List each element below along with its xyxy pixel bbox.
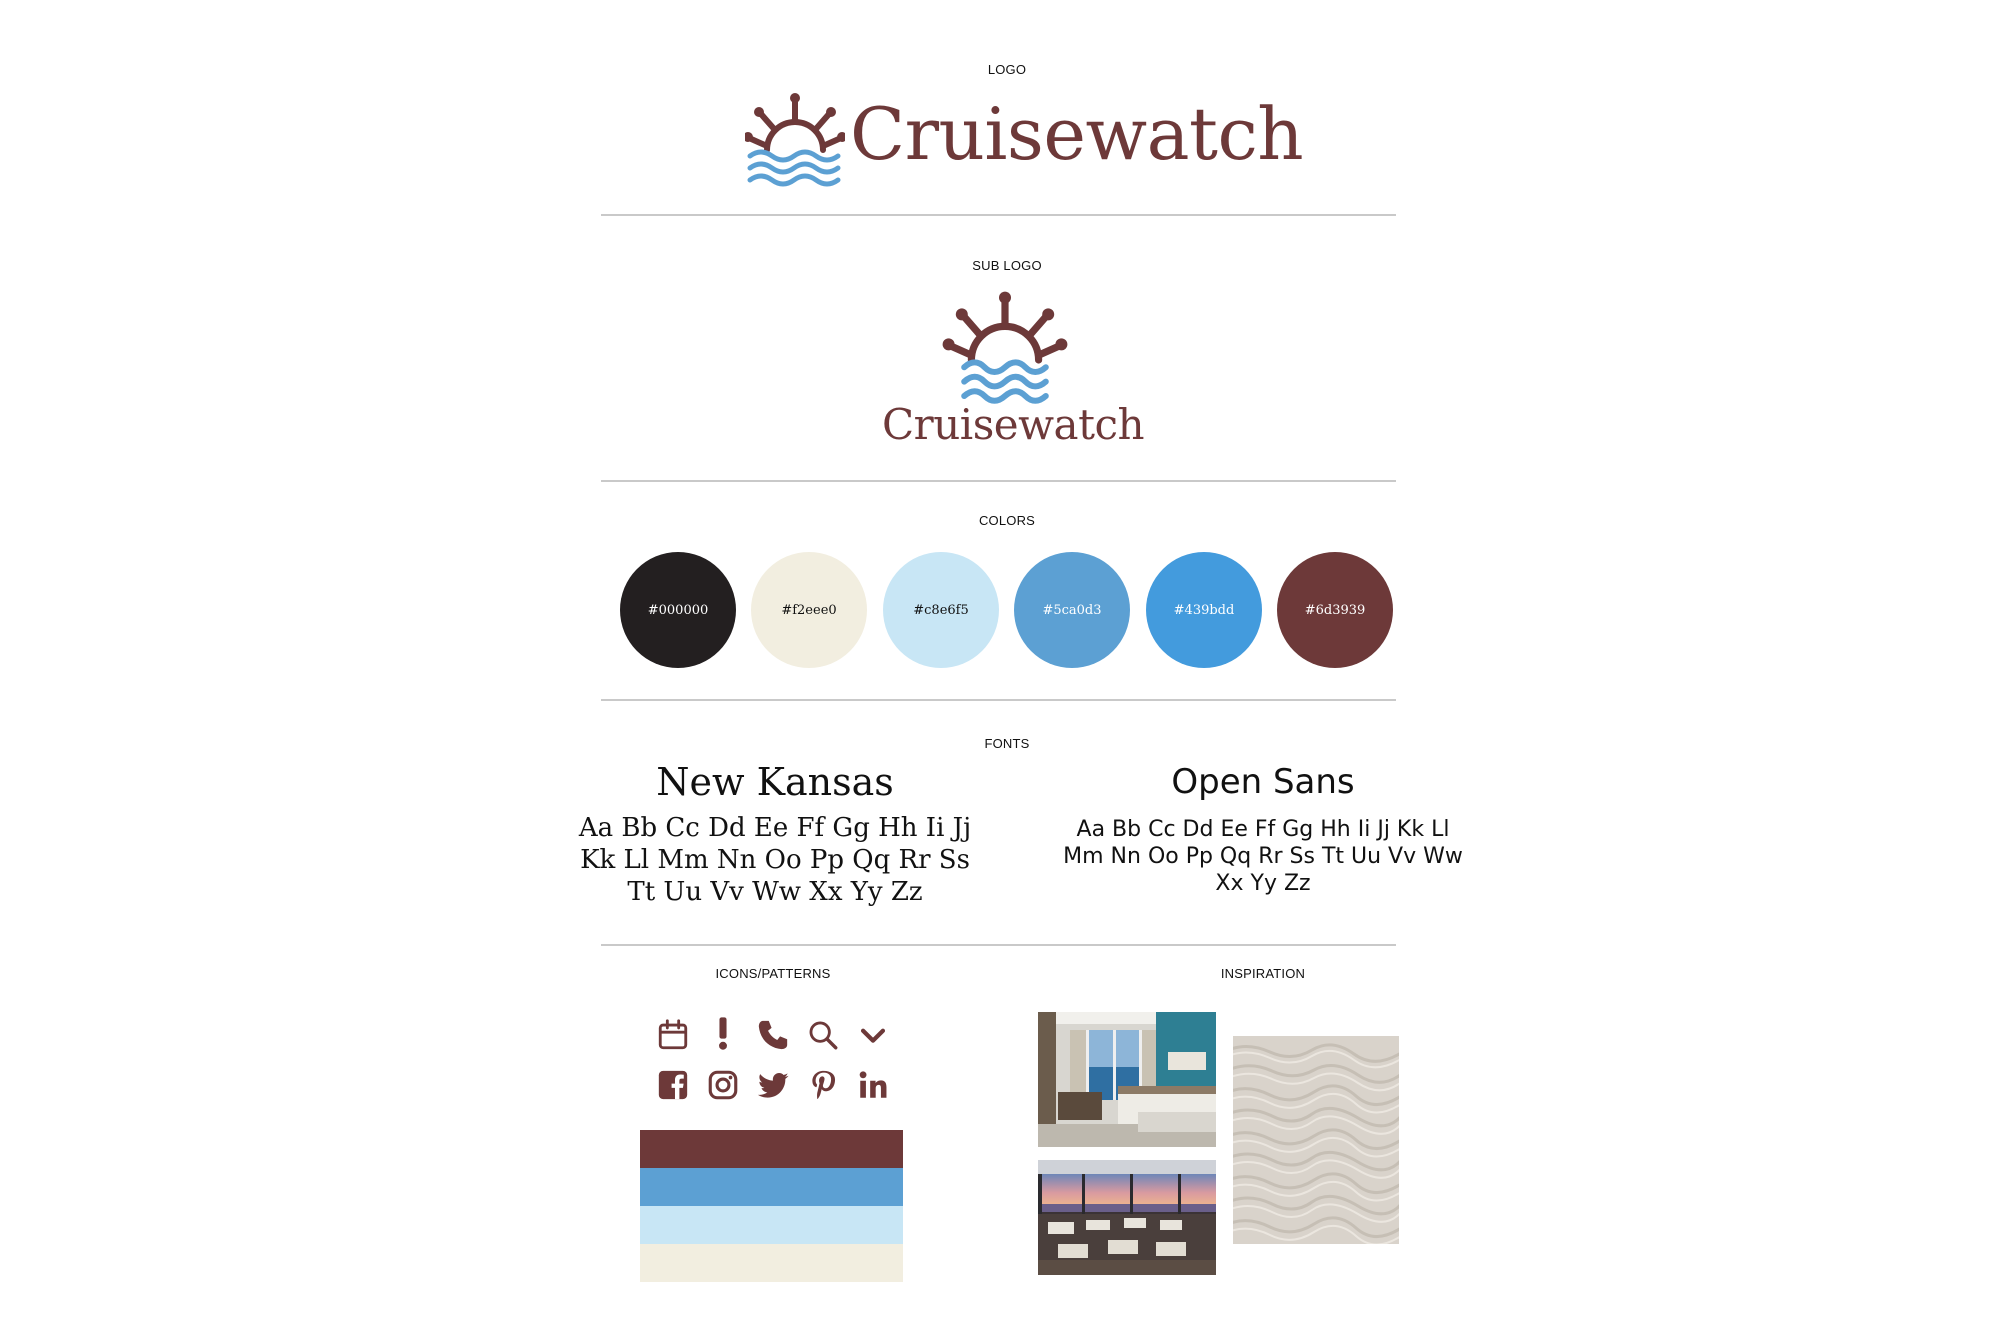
sub-logo-section-label: SUB LOGO xyxy=(972,258,1042,273)
inspiration-ship-dining-photo xyxy=(1038,1160,1216,1275)
pattern-stripe-cream xyxy=(640,1244,903,1282)
primary-font-name: New Kansas xyxy=(656,760,894,804)
secondary-font-name: Open Sans xyxy=(1171,762,1355,802)
inspiration-sand-texture-photo xyxy=(1233,1036,1399,1244)
main-logo: Cruisewatch xyxy=(745,90,1304,190)
chevron-down-icon xyxy=(860,1028,886,1043)
instagram-icon xyxy=(708,1070,738,1100)
color-swatch-cream: #f2eee0 xyxy=(751,552,867,668)
secondary-font-sample: Aa Bb Cc Dd Ee Ff Gg Hh Ii Jj Kk Ll Mm N… xyxy=(1063,817,1463,896)
phone-icon xyxy=(758,1020,788,1050)
divider xyxy=(601,699,1396,701)
inspiration-section-label: INSPIRATION xyxy=(1220,966,1306,981)
divider xyxy=(601,944,1396,946)
search-icon xyxy=(809,1021,838,1050)
helm-sun-icon xyxy=(942,291,1068,404)
logo-section-label: LOGO xyxy=(987,62,1027,77)
primary-font-sample: Aa Bb Cc Dd Ee Ff Gg Hh Ii Jj Kk Ll Mm N… xyxy=(578,813,972,907)
pinterest-icon xyxy=(812,1070,836,1100)
pattern-stripe-light-blue xyxy=(640,1206,903,1244)
color-swatch-black: #000000 xyxy=(620,552,736,668)
linkedin-icon xyxy=(859,1071,887,1098)
pattern-stripe-blue xyxy=(640,1168,903,1206)
fonts-section-label: FONTS xyxy=(984,736,1030,751)
calendar-icon xyxy=(658,1019,688,1050)
color-swatch-brown: #6d3939 xyxy=(1277,552,1393,668)
divider xyxy=(601,214,1396,216)
icons-section-label: ICONS/PATTERNS xyxy=(715,966,831,981)
color-swatch-blue: #5ca0d3 xyxy=(1014,552,1130,668)
twitter-icon xyxy=(757,1072,789,1098)
pattern-stripe-brown xyxy=(640,1130,903,1168)
facebook-icon xyxy=(658,1070,688,1100)
divider xyxy=(601,480,1396,482)
logo-wordmark: Cruisewatch xyxy=(850,92,1304,176)
exclamation-icon xyxy=(719,1017,727,1050)
sub-logo-wordmark: Cruisewatch xyxy=(882,400,1145,449)
color-swatch-light-blue: #c8e6f5 xyxy=(883,552,999,668)
helm-sun-icon xyxy=(745,93,845,187)
inspiration-hotel-room-photo xyxy=(1038,1012,1216,1147)
colors-section-label: COLORS xyxy=(978,513,1036,528)
color-swatch-bright-blue: #439bdd xyxy=(1146,552,1262,668)
sub-logo: Cruisewatch xyxy=(870,288,1145,453)
